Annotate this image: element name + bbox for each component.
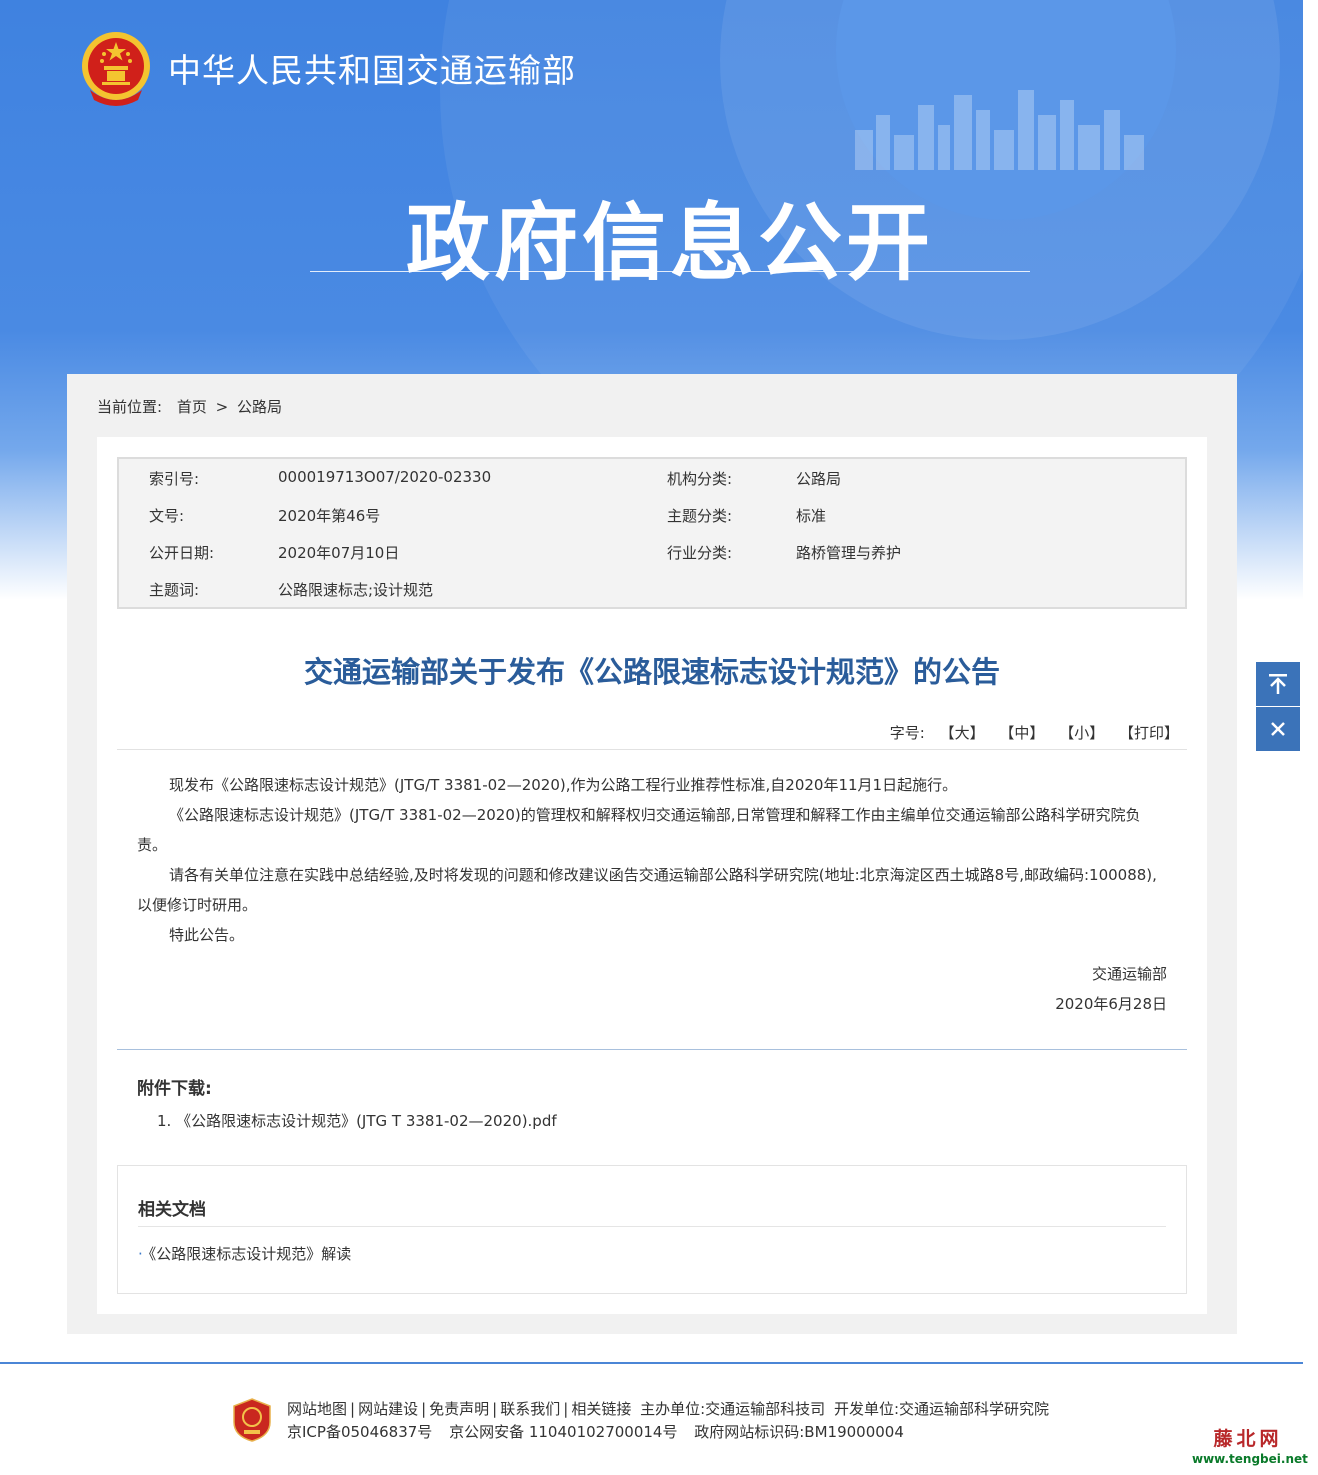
city-skyline-graphic	[855, 90, 1144, 170]
article-signature: 交通运输部 2020年6月28日	[1055, 959, 1167, 1019]
back-to-top-button[interactable]	[1256, 662, 1300, 706]
font-medium-button[interactable]: 【中】	[999, 724, 1044, 742]
footer-separator: |	[563, 1400, 569, 1418]
related-docs-title: 相关文档	[138, 1200, 206, 1220]
watermark-url: www.tengbei.net	[1192, 1452, 1308, 1466]
article-body: 现发布《公路限速标志设计规范》(JTG/T 3381-02—2020),作为公路…	[137, 770, 1167, 950]
pub-date-value: 2020年07月10日	[278, 544, 400, 562]
footer-separator: |	[492, 1400, 498, 1418]
doc-no-label: 文号:	[149, 507, 185, 525]
related-doc-label: 《公路限速标志设计规范》解读	[148, 1245, 352, 1263]
footer-divider	[0, 1362, 1303, 1364]
footer-police[interactable]: 京公网安备 11040102700014号	[449, 1423, 677, 1441]
breadcrumb: 当前位置: 首页 > 公路局	[97, 396, 286, 417]
footer-links: 网站地图 | 网站建设 | 免责声明 | 联系我们 | 相关链接 主办单位:交通运输部科技司 开…	[287, 1398, 1049, 1419]
industry-label: 行业分类:	[667, 544, 733, 562]
footer-sponsor: 主办单位:交通运输部科技司	[640, 1400, 826, 1418]
divider	[117, 1049, 1187, 1050]
attachments-title: 附件下载:	[137, 1079, 212, 1099]
related-docs-box: 相关文档 · 《公路限速标志设计规范》解读	[117, 1165, 1187, 1294]
close-icon	[1271, 722, 1285, 736]
bullet-icon: ·	[138, 1245, 143, 1263]
article-paragraph: 特此公告。	[169, 926, 245, 944]
font-size-label: 字号:	[889, 724, 925, 742]
divider	[117, 749, 1187, 750]
banner-title: 政府信息公开	[405, 194, 934, 292]
doc-no-value: 2020年第46号	[278, 507, 381, 525]
breadcrumb-current-link[interactable]: 公路局	[237, 398, 282, 416]
index-no-label: 索引号:	[149, 470, 200, 488]
article-paragraph: 《公路限速标志设计规范》(JTG/T 3381-02—2020)的管理权和解释权…	[137, 806, 1141, 854]
back-to-top-icon	[1269, 674, 1287, 694]
footer-separator: |	[421, 1400, 427, 1418]
footer-link-disclaimer[interactable]: 免责声明	[429, 1400, 489, 1418]
article-title: 交通运输部关于发布《公路限速标志设计规范》的公告	[303, 655, 1000, 689]
font-size-toolbar: 字号: 【大】 【中】 【小】 【打印】	[890, 722, 1179, 743]
footer-site-id: 政府网站标识码:BM19000004	[694, 1423, 904, 1441]
footer-link-site-build[interactable]: 网站建设	[358, 1400, 418, 1418]
footer-link-related[interactable]: 相关链接	[571, 1400, 631, 1418]
signer: 交通运输部	[1091, 965, 1167, 983]
keywords-label: 主题词:	[149, 581, 200, 599]
topic-value: 标准	[796, 507, 827, 525]
party-gov-badge-icon	[233, 1398, 271, 1442]
banner-divider	[310, 271, 1030, 272]
breadcrumb-label: 当前位置:	[97, 398, 163, 416]
footer-link-contact[interactable]: 联系我们	[500, 1400, 560, 1418]
main-panel: 当前位置: 首页 > 公路局 索引号: 000019713O07/2020-02…	[67, 374, 1237, 1334]
divider	[138, 1226, 1166, 1227]
print-button[interactable]: 【打印】	[1119, 724, 1179, 742]
org-label: 机构分类:	[667, 470, 733, 488]
sign-date: 2020年6月28日	[1055, 995, 1167, 1013]
font-small-button[interactable]: 【小】	[1059, 724, 1104, 742]
font-large-button[interactable]: 【大】	[940, 724, 985, 742]
breadcrumb-separator: >	[215, 398, 229, 416]
footer-developer: 开发单位:交通运输部科学研究院	[833, 1400, 1050, 1418]
footer-separator: |	[350, 1400, 356, 1418]
footer-link-sitemap[interactable]: 网站地图	[287, 1400, 347, 1418]
watermark: 藤北网 www.tengbei.net	[1192, 1424, 1308, 1466]
watermark-name: 藤北网	[1213, 1428, 1283, 1450]
index-no-value: 000019713O07/2020-02330	[278, 468, 492, 486]
footer-registration: 京ICP备05046837号 京公网安备 11040102700014号 政府网…	[287, 1421, 916, 1442]
industry-value: 路桥管理与养护	[796, 544, 902, 562]
national-emblem-logo	[82, 32, 150, 106]
ministry-name: 中华人民共和国交通运输部	[168, 51, 576, 90]
related-doc-link[interactable]: · 《公路限速标志设计规范》解读	[138, 1243, 351, 1264]
close-side-button[interactable]	[1256, 707, 1300, 751]
content-card: 索引号: 000019713O07/2020-02330 机构分类: 公路局 文…	[97, 437, 1207, 1314]
article-paragraph: 现发布《公路限速标志设计规范》(JTG/T 3381-02—2020),作为公路…	[169, 776, 958, 794]
org-value: 公路局	[796, 470, 842, 488]
breadcrumb-home-link[interactable]: 首页	[177, 398, 207, 416]
attachment-link[interactable]: 1. 《公路限速标志设计规范》(JTG T 3381-02—2020).pdf	[157, 1110, 557, 1131]
topic-label: 主题分类:	[667, 507, 733, 525]
doc-meta-table: 索引号: 000019713O07/2020-02330 机构分类: 公路局 文…	[117, 457, 1187, 609]
pub-date-label: 公开日期:	[149, 544, 215, 562]
footer-icp[interactable]: 京ICP备05046837号	[287, 1423, 432, 1441]
keywords-value: 公路限速标志;设计规范	[278, 581, 434, 599]
article-paragraph: 请各有关单位注意在实践中总结经验,及时将发现的问题和修改建议函告交通运输部公路科…	[137, 866, 1157, 914]
